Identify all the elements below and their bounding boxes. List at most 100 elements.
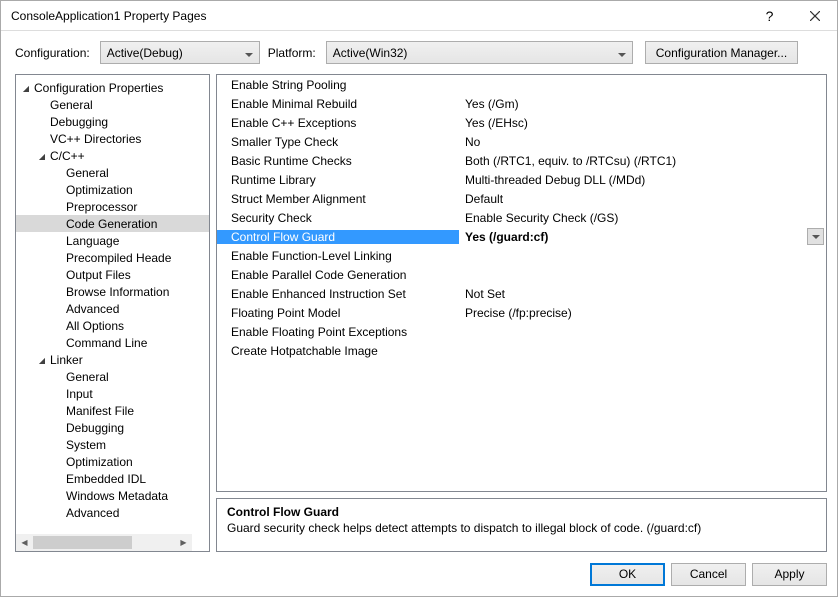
property-value-text: Default [465,192,503,206]
property-value[interactable]: Default [459,192,826,206]
property-value-text: Yes (/guard:cf) [465,230,548,244]
scroll-left-icon[interactable]: ◀ [16,534,33,551]
tree-item-label: Command Line [66,336,147,350]
tree-item[interactable]: Optimization [16,181,209,198]
property-value[interactable]: Both (/RTC1, equiv. to /RTCsu) (/RTC1) [459,154,826,168]
property-row[interactable]: Enable Parallel Code Generation [217,265,826,284]
property-row[interactable]: Enable Minimal RebuildYes (/Gm) [217,94,826,113]
platform-label: Platform: [268,46,316,60]
tree-item[interactable]: Advanced [16,300,209,317]
chevron-down-icon [618,46,626,60]
configuration-combo[interactable]: Active(Debug) [100,41,260,64]
tree-item[interactable]: Windows Metadata [16,487,209,504]
scroll-right-icon[interactable]: ▶ [175,534,192,551]
property-value[interactable]: Enable Security Check (/GS) [459,211,826,225]
right-panel: Enable String PoolingEnable Minimal Rebu… [216,74,827,552]
tree-item[interactable]: Manifest File [16,402,209,419]
ok-button[interactable]: OK [590,563,665,586]
property-value[interactable]: Not Set [459,287,826,301]
tree-item[interactable]: Debugging [16,419,209,436]
tree-item[interactable]: Language [16,232,209,249]
cancel-button[interactable]: Cancel [671,563,746,586]
property-grid: Enable String PoolingEnable Minimal Rebu… [216,74,827,492]
tree-item[interactable]: Output Files [16,266,209,283]
tree-item[interactable]: Browse Information [16,283,209,300]
property-row[interactable]: Security CheckEnable Security Check (/GS… [217,208,826,227]
property-row[interactable]: Control Flow Guard Yes (/guard:cf) [217,227,826,246]
tree-item[interactable]: Command Line [16,334,209,351]
tree-item-label: System [66,438,106,452]
property-name: Runtime Library [217,173,459,187]
collapse-icon[interactable] [20,83,32,93]
tree-item[interactable]: Preprocessor [16,198,209,215]
tree-item-label: C/C++ [50,149,85,163]
tree-item-label: Embedded IDL [66,472,146,486]
property-row[interactable]: Create Hotpatchable Image [217,341,826,360]
property-value-text: Precise (/fp:precise) [465,306,572,320]
property-value[interactable]: No [459,135,826,149]
tree-item-label: General [66,166,109,180]
property-name: Control Flow Guard [217,230,459,244]
scroll-thumb[interactable] [33,536,132,549]
property-row[interactable]: Enable Function-Level Linking [217,246,826,265]
property-row[interactable]: Floating Point Model Precise (/fp:precise… [217,303,826,322]
property-name: Security Check [217,211,459,225]
collapse-icon[interactable] [36,355,48,365]
tree[interactable]: Configuration PropertiesGeneralDebugging… [16,75,209,534]
tree-item[interactable]: Input [16,385,209,402]
property-name: Enable Function-Level Linking [217,249,459,263]
help-button[interactable]: ? [747,1,792,31]
tree-item-label: Browse Information [66,285,169,299]
tree-item[interactable]: Code Generation [16,215,209,232]
tree-item-label: Optimization [66,183,133,197]
property-value-text: Both (/RTC1, equiv. to /RTCsu) (/RTC1) [465,154,676,168]
tree-item[interactable]: General [16,96,209,113]
property-value[interactable]: Precise (/fp:precise) [459,306,826,320]
property-row[interactable]: Enable C++ ExceptionsYes (/EHsc) [217,113,826,132]
property-row[interactable]: Basic Runtime ChecksBoth (/RTC1, equiv. … [217,151,826,170]
titlebar: ConsoleApplication1 Property Pages ? [1,1,837,31]
tree-item-label: Code Generation [66,217,157,231]
tree-item[interactable]: All Options [16,317,209,334]
tree-item[interactable]: Precompiled Heade [16,249,209,266]
tree-item[interactable]: Advanced [16,504,209,521]
tree-item[interactable]: System [16,436,209,453]
tree-item-label: Configuration Properties [34,81,163,95]
description-title: Control Flow Guard [227,505,816,519]
dropdown-button[interactable] [807,228,824,245]
collapse-icon[interactable] [36,151,48,161]
configuration-manager-button[interactable]: Configuration Manager... [645,41,798,64]
tree-item-label: VC++ Directories [50,132,141,146]
property-value[interactable]: Yes (/EHsc) [459,116,826,130]
property-name: Floating Point Model [217,306,459,320]
tree-item[interactable]: VC++ Directories [16,130,209,147]
tree-item[interactable]: Embedded IDL [16,470,209,487]
property-name: Enable Minimal Rebuild [217,97,459,111]
property-row[interactable]: Enable Enhanced Instruction SetNot Set [217,284,826,303]
config-row: Configuration: Active(Debug) Platform: A… [1,31,837,74]
tree-item-label: Language [66,234,119,248]
property-row[interactable]: Enable String Pooling [217,75,826,94]
tree-item[interactable]: C/C++ [16,147,209,164]
tree-item[interactable]: Linker [16,351,209,368]
tree-item[interactable]: Debugging [16,113,209,130]
property-value[interactable]: Yes (/guard:cf) [459,228,826,245]
property-row[interactable]: Enable Floating Point Exceptions [217,322,826,341]
tree-item[interactable]: General [16,368,209,385]
property-name: Enable Parallel Code Generation [217,268,459,282]
tree-item[interactable]: Configuration Properties [16,79,209,96]
property-name: Enable C++ Exceptions [217,116,459,130]
apply-button[interactable]: Apply [752,563,827,586]
tree-hscrollbar[interactable]: ◀ ▶ [16,534,192,551]
property-row[interactable]: Struct Member AlignmentDefault [217,189,826,208]
platform-combo[interactable]: Active(Win32) [326,41,633,64]
property-row[interactable]: Smaller Type CheckNo [217,132,826,151]
tree-item-label: Linker [50,353,83,367]
property-row[interactable]: Runtime LibraryMulti-threaded Debug DLL … [217,170,826,189]
property-value[interactable]: Yes (/Gm) [459,97,826,111]
close-button[interactable] [792,1,837,31]
property-value[interactable]: Multi-threaded Debug DLL (/MDd) [459,173,826,187]
tree-item[interactable]: General [16,164,209,181]
tree-item[interactable]: Optimization [16,453,209,470]
scroll-track[interactable] [33,534,175,551]
